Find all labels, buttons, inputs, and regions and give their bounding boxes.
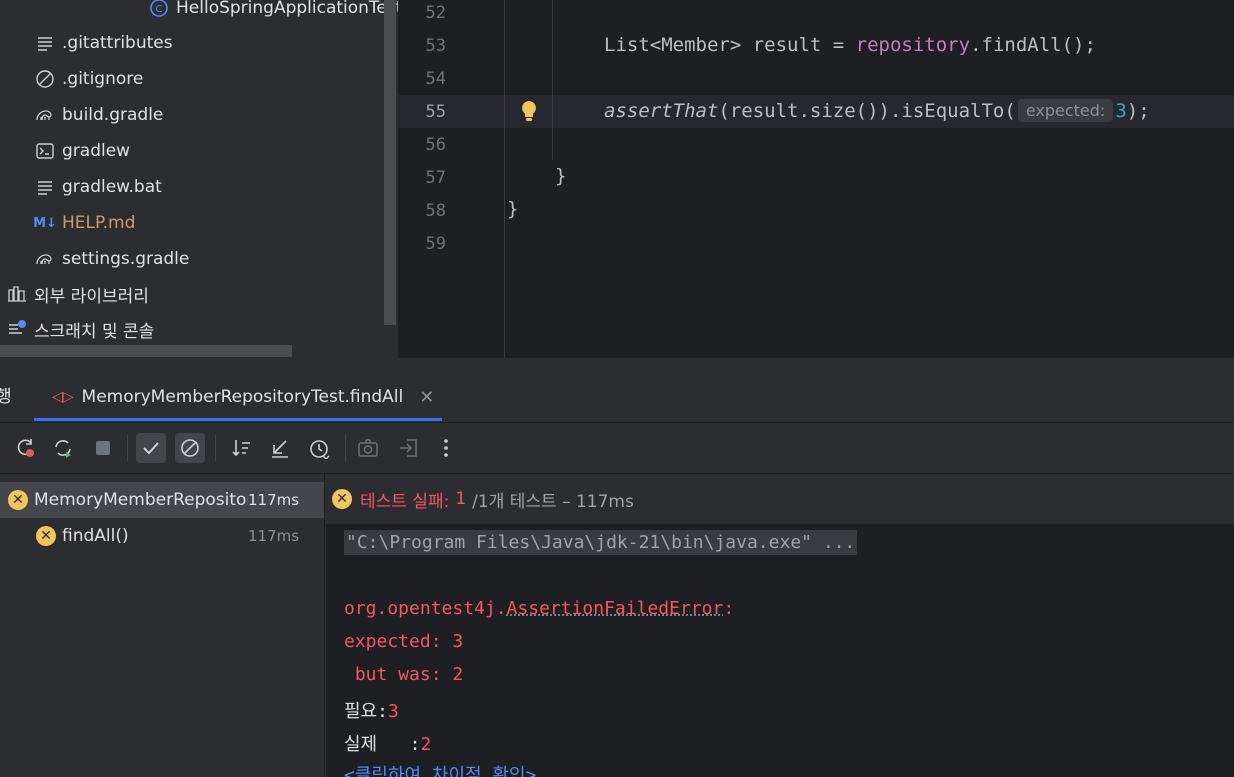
test-failed-icon: ✕ — [36, 526, 56, 546]
tree-item-build-gradle[interactable]: build.gradle — [34, 98, 163, 132]
tree-item-label: HelloSpringApplicationTests — [176, 0, 398, 18]
close-icon[interactable]: ✕ — [419, 387, 434, 408]
class-icon: C — [148, 0, 170, 19]
run-tool-window: 행 ◁▷ MemoryMemberRepositoryTest.findAll … — [0, 358, 1234, 777]
lightbulb-icon[interactable] — [519, 99, 539, 123]
horizontal-scrollbar[interactable] — [0, 345, 292, 357]
tree-item-scratches[interactable]: 스크래치 및 콘솔 — [6, 312, 154, 346]
ignore-file-icon — [34, 68, 56, 90]
line-number: 55 — [425, 102, 446, 122]
tree-item-help-md[interactable]: M↓ HELP.md — [33, 206, 136, 240]
show-passed-toggle-icon[interactable] — [136, 433, 166, 463]
line-number: 57 — [425, 168, 446, 188]
console-command: "C:\Program Files\Java\jdk-21\bin\java.e… — [344, 530, 858, 555]
code-line-55: assertThat(result.size()).isEqualTo(expe… — [604, 99, 1150, 122]
line-number: 52 — [425, 3, 446, 23]
test-failed-icon: ✕ — [8, 490, 28, 510]
stop-icon[interactable] — [88, 433, 118, 463]
test-tree-item-class[interactable]: ✕ MemoryMemberRepositor 117ms — [0, 482, 324, 518]
run-tab-bar: 행 ◁▷ MemoryMemberRepositoryTest.findAll … — [0, 358, 1234, 423]
tree-item-label: 외부 라이브러리 — [34, 286, 149, 307]
tab-run-config[interactable]: ◁▷ MemoryMemberRepositoryTest.findAll ✕ — [34, 374, 442, 420]
more-options-icon[interactable] — [431, 433, 461, 463]
tree-item-label: gradlew — [62, 141, 131, 161]
gutter-separator — [504, 0, 505, 358]
gradle-icon — [34, 248, 56, 270]
show-ignored-toggle-icon[interactable] — [175, 433, 205, 463]
scratch-icon — [6, 318, 28, 340]
console-need: 필요:3 — [344, 701, 399, 722]
test-tree-item-method[interactable]: ✕ findAll() 117ms — [0, 518, 324, 554]
parameter-hint: expected: — [1017, 99, 1114, 122]
test-duration: 117ms — [248, 527, 300, 545]
text-file-icon — [34, 176, 56, 198]
project-panel: C HelloSpringApplicationTests .gitattrib… — [0, 0, 398, 358]
indent-guide — [552, 0, 553, 160]
code-line-58: } — [507, 198, 519, 220]
console-real: 실제 :2 — [344, 734, 432, 755]
tree-item-label: settings.gradle — [62, 249, 190, 269]
test-status-bar: ✕ 테스트 실패: 1 /1개 테스트 – 117ms — [326, 474, 1234, 525]
diff-link[interactable]: <클릭하여 차이점 확인> — [344, 761, 536, 777]
test-duration: 117ms — [248, 491, 300, 509]
test-failed-icon: ✕ — [332, 489, 352, 509]
line-number: 56 — [425, 135, 446, 155]
console-output[interactable]: ✕ 테스트 실패: 1 /1개 테스트 – 117ms "C:\Program … — [326, 474, 1234, 777]
console-actual: but was: 2 — [344, 664, 464, 685]
code-editor[interactable]: 52 53 54 55 56 57 58 59 List<Member> res… — [398, 0, 1234, 358]
library-icon — [6, 283, 28, 305]
test-results-tree: ✕ MemoryMemberRepositor 117ms ✕ findAll(… — [0, 474, 325, 777]
tree-item-label: 스크래치 및 콘솔 — [34, 321, 155, 342]
tree-item-external-libraries[interactable]: 외부 라이브러리 — [6, 277, 149, 311]
tab-title: MemoryMemberRepositoryTest.findAll — [81, 387, 404, 407]
test-tree-label: findAll() — [62, 526, 129, 546]
svg-text:C: C — [156, 4, 163, 15]
vertical-scrollbar[interactable] — [384, 0, 396, 325]
sort-icon[interactable] — [226, 433, 256, 463]
line-number: 59 — [425, 234, 446, 254]
console-expected: expected: 3 — [344, 631, 464, 652]
line-number: 58 — [425, 201, 446, 221]
tree-item-gradlew-bat[interactable]: gradlew.bat — [34, 170, 162, 204]
gradle-icon — [34, 104, 56, 126]
tree-item-label: gradlew.bat — [62, 177, 162, 197]
collapse-icon[interactable] — [265, 433, 295, 463]
failed-label: 테스트 실패: — [360, 491, 450, 512]
history-icon[interactable] — [304, 433, 334, 463]
tree-item-gitignore[interactable]: .gitignore — [34, 62, 143, 96]
text-file-icon — [34, 32, 56, 54]
tree-item-label: HELP.md — [62, 213, 136, 233]
terminal-icon — [34, 140, 56, 162]
tree-item-hello-spring-tests[interactable]: C HelloSpringApplicationTests — [148, 0, 398, 25]
code-line-57: } — [555, 165, 567, 187]
markdown-icon: M↓ — [33, 215, 57, 231]
rerun-auto-icon[interactable] — [48, 433, 78, 463]
tree-item-label: .gitignore — [62, 69, 144, 89]
run-toolbar — [0, 423, 1234, 474]
tree-item-label: .gitattributes — [62, 33, 173, 53]
tree-item-settings-gradle[interactable]: settings.gradle — [34, 242, 189, 276]
active-tab-underline — [34, 418, 442, 421]
rerun-failed-icon[interactable] — [10, 433, 40, 463]
import-icon[interactable] — [393, 433, 423, 463]
failed-count: 1 — [455, 489, 467, 509]
tree-item-gitattributes[interactable]: .gitattributes — [34, 26, 173, 60]
run-side-label: 행 — [0, 387, 12, 407]
camera-icon[interactable] — [353, 433, 383, 463]
line-number: 53 — [425, 36, 446, 56]
tree-item-label: build.gradle — [62, 105, 164, 125]
test-summary: /1개 테스트 – 117ms — [472, 491, 634, 512]
tree-item-gradlew[interactable]: gradlew — [34, 134, 130, 168]
line-number: 54 — [425, 69, 446, 89]
code-line-53: List<Member> result = repository.findAll… — [604, 34, 1096, 56]
test-tree-label: MemoryMemberRepositor — [34, 490, 248, 510]
test-run-icon: ◁▷ — [52, 389, 74, 405]
console-error-class: org.opentest4j.AssertionFailedError: — [344, 598, 735, 619]
